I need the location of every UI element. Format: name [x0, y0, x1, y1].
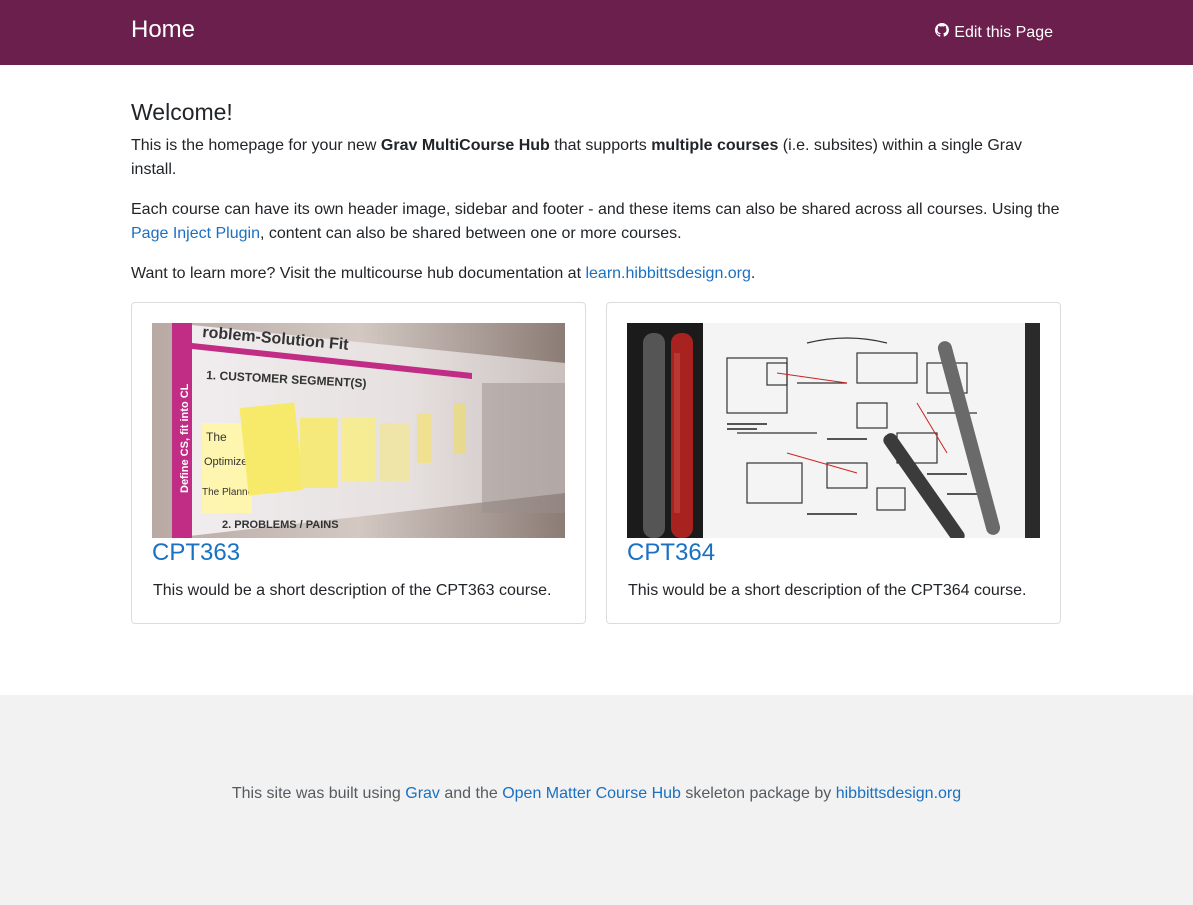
course-card-cpt363: roblem-Solution Fit Define CS, fit into … [131, 302, 586, 624]
grav-link[interactable]: Grav [405, 785, 440, 802]
canvas-note-2: Optimizer [204, 456, 251, 468]
edit-page-label: Edit this Page [954, 23, 1053, 41]
footer-text-2: and the [439, 785, 503, 802]
course-description-cpt364: This would be a short description of the… [628, 582, 1027, 599]
learn-text-2: . [750, 265, 756, 282]
course-text-1: Each course can have its own header imag… [131, 201, 1060, 218]
open-matter-link[interactable]: Open Matter Course Hub [502, 785, 681, 802]
hibbittsdesign-link[interactable]: hibbittsdesign.org [836, 785, 961, 802]
top-navbar: Home Edit this Page [0, 0, 1193, 65]
course-paragraph: Each course can have its own header imag… [131, 198, 1061, 246]
course-link-cpt364[interactable]: CPT364 [627, 539, 715, 567]
learn-text-1: Want to learn more? Visit the multicours… [131, 265, 586, 282]
canvas-note-1: The [206, 430, 227, 444]
footer-text-1: This site was built using [231, 785, 406, 802]
intro-bold-hub: Grav MultiCourse Hub [380, 137, 550, 154]
footer-text: This site was built using Grav and the O… [0, 785, 1193, 803]
course-image-cpt364[interactable] [627, 323, 1040, 538]
course-cards: roblem-Solution Fit Define CS, fit into … [131, 302, 1061, 624]
intro-text-1: This is the homepage for your new [131, 137, 381, 154]
canvas-bottom-text: 2. PROBLEMS / PAINS [222, 519, 339, 531]
edit-page-link[interactable]: Edit this Page [935, 23, 1053, 42]
documentation-link[interactable]: learn.hibbittsdesign.org [585, 265, 750, 282]
course-card-cpt364: CPT364 This would be a short description… [606, 302, 1061, 624]
course-description-cpt363: This would be a short description of the… [153, 582, 552, 599]
home-link[interactable]: Home [131, 16, 195, 44]
github-icon [935, 23, 950, 42]
course-link-cpt363[interactable]: CPT363 [152, 539, 240, 567]
intro-bold-multiple: multiple courses [651, 137, 779, 154]
page-inject-plugin-link[interactable]: Page Inject Plugin [131, 225, 260, 242]
intro-paragraph: This is the homepage for your new Grav M… [131, 134, 1061, 182]
site-footer: This site was built using Grav and the O… [0, 695, 1193, 905]
learn-more-paragraph: Want to learn more? Visit the multicours… [131, 262, 1061, 286]
main-content: Welcome! This is the homepage for your n… [131, 65, 1061, 624]
course-text-2: , content can also be shared between one… [259, 225, 682, 242]
canvas-side-text: Define CS, fit into CL [179, 383, 191, 493]
page-title: Welcome! [131, 99, 233, 125]
intro-text-2: that supports [549, 137, 652, 154]
course-image-cpt363[interactable]: roblem-Solution Fit Define CS, fit into … [152, 323, 565, 538]
footer-text-3: skeleton package by [680, 785, 836, 802]
